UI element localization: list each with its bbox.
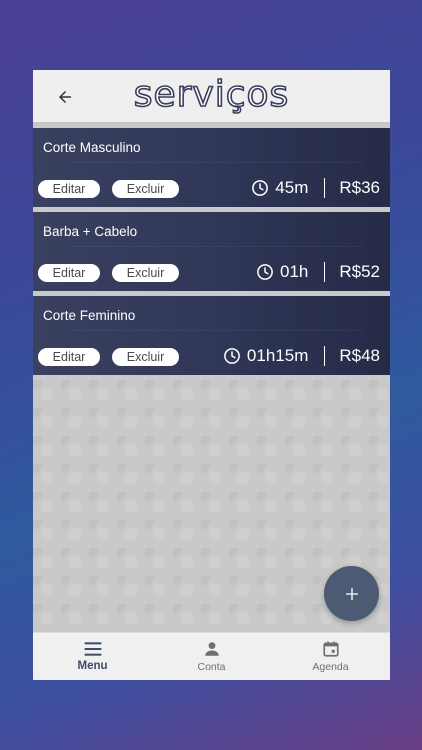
service-card: Corte Masculino Editar Excluir 45m R$36 — [33, 128, 390, 207]
page-title: serviços — [133, 73, 290, 116]
card-divider — [69, 330, 362, 331]
delete-button[interactable]: Excluir — [112, 180, 179, 198]
add-service-button[interactable] — [324, 566, 379, 621]
card-divider — [69, 162, 362, 163]
edit-button[interactable]: Editar — [38, 264, 100, 282]
edit-button[interactable]: Editar — [38, 180, 100, 198]
meta-separator — [324, 178, 326, 198]
plus-icon — [345, 587, 358, 600]
service-price: R$36 — [339, 178, 380, 197]
service-price: R$52 — [339, 262, 380, 281]
service-duration: 45m — [275, 178, 309, 197]
app-header: serviços — [33, 70, 390, 125]
service-meta: 01h R$52 — [256, 259, 380, 285]
service-meta: 45m R$36 — [251, 175, 380, 201]
delete-button[interactable]: Excluir — [112, 348, 179, 366]
person-icon — [204, 642, 219, 656]
nav-label: Conta — [197, 661, 226, 673]
meta-separator — [324, 262, 326, 282]
service-name: Corte Feminino — [43, 308, 136, 323]
service-meta: 01h15m R$48 — [223, 343, 380, 369]
menu-icon — [84, 642, 101, 656]
service-card: Barba + Cabelo Editar Excluir 01h R$52 — [33, 212, 390, 291]
service-duration: 01h15m — [246, 346, 309, 365]
service-card: Corte Feminino Editar Excluir 01h15m R$4… — [33, 296, 390, 375]
nav-label: Menu — [77, 660, 108, 672]
delete-button[interactable]: Excluir — [112, 264, 179, 282]
edit-button[interactable]: Editar — [38, 348, 100, 366]
app-screen: serviços Corte Masculino Editar Excluir … — [33, 70, 390, 680]
service-name: Corte Masculino — [43, 140, 141, 155]
nav-item-menu[interactable]: Menu — [33, 633, 152, 680]
services-list: Corte Masculino Editar Excluir 45m R$36 … — [33, 128, 390, 380]
service-price: R$48 — [339, 346, 380, 365]
calendar-icon — [322, 641, 339, 657]
service-name: Barba + Cabelo — [43, 224, 138, 239]
service-duration: 01h — [279, 262, 309, 281]
clock-icon — [224, 348, 240, 364]
meta-separator — [324, 346, 326, 366]
bottom-navigation: Menu Conta Agenda — [33, 632, 390, 680]
nav-item-conta[interactable]: Conta — [152, 633, 271, 680]
nav-item-agenda[interactable]: Agenda — [271, 633, 390, 680]
clock-icon — [252, 180, 269, 196]
card-divider — [69, 246, 362, 247]
nav-label: Agenda — [312, 661, 349, 673]
clock-icon — [257, 264, 273, 280]
